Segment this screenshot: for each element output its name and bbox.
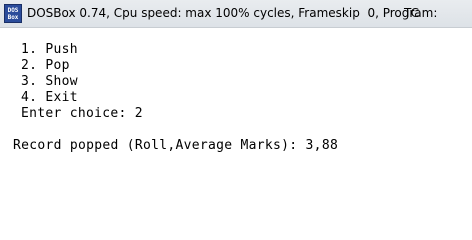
title-bar[interactable]: DOS Box DOSBox 0.74, Cpu speed: max 100%… bbox=[0, 0, 472, 28]
menu-item-push: 1. Push bbox=[21, 42, 78, 57]
console-screen[interactable]: 1. Push 2. Pop 3. Show 4. Exit Enter cho… bbox=[0, 28, 472, 230]
program-name: TC bbox=[404, 6, 420, 20]
window-title: DOSBox 0.74, Cpu speed: max 100% cycles,… bbox=[27, 6, 438, 20]
dosbox-icon[interactable]: DOS Box bbox=[4, 4, 22, 23]
icon-text-bottom: Box bbox=[7, 14, 19, 21]
choice-prompt: Enter choice: 2 bbox=[21, 106, 143, 121]
icon-text-top: DOS bbox=[7, 7, 19, 14]
output-line: Record popped (Roll,Average Marks): 3,88 bbox=[13, 138, 339, 153]
menu-item-pop: 2. Pop bbox=[21, 58, 70, 73]
dosbox-window: DOS Box DOSBox 0.74, Cpu speed: max 100%… bbox=[0, 0, 472, 230]
menu-item-show: 3. Show bbox=[21, 74, 78, 89]
menu-item-exit: 4. Exit bbox=[21, 90, 78, 105]
